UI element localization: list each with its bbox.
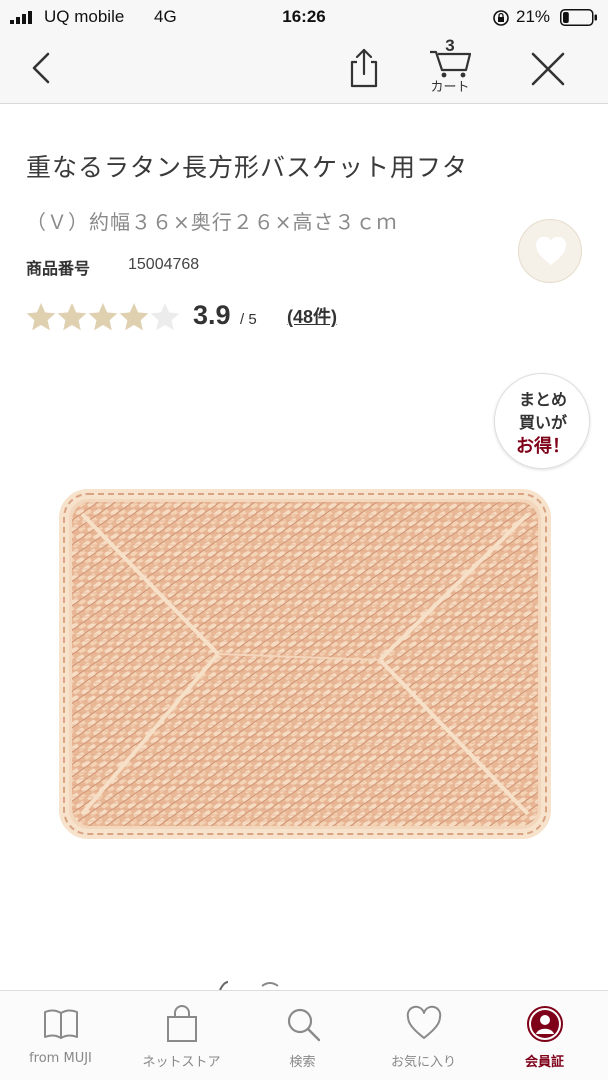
search-icon bbox=[287, 1008, 321, 1042]
shopping-bag-icon bbox=[167, 1005, 197, 1042]
bottom-tab-bar: from MUJI ネットストア 検索 お気に入り 会員証 bbox=[0, 990, 608, 1080]
bulk-discount-badge[interactable]: まとめ 買いが お得！ bbox=[494, 373, 590, 469]
tab-net-store[interactable]: ネットストア bbox=[121, 991, 242, 1080]
star-icon bbox=[57, 303, 87, 331]
battery-icon bbox=[560, 9, 597, 26]
rotation-lock-icon bbox=[493, 10, 509, 26]
rating-stars bbox=[26, 302, 186, 332]
status-bar: UQ mobile 4G 16:26 21% bbox=[0, 0, 608, 34]
tab-label: 会員証 bbox=[524, 1055, 564, 1070]
product-title: 重なるラタン長方形バスケット用フタ bbox=[26, 153, 469, 182]
tab-label: from MUJI bbox=[29, 1051, 92, 1066]
cart-button[interactable]: 3 カート bbox=[420, 36, 480, 98]
favorite-button[interactable] bbox=[518, 219, 582, 283]
tab-favorites[interactable]: お気に入り bbox=[363, 991, 484, 1080]
share-icon[interactable] bbox=[344, 46, 384, 90]
product-subtitle: （Ｖ）約幅３６×奥行２６×高さ３ｃｍ bbox=[26, 210, 398, 234]
tab-from-muji[interactable]: from MUJI bbox=[0, 991, 121, 1080]
tab-label: 検索 bbox=[289, 1055, 316, 1070]
badge-line-1: まとめ bbox=[518, 390, 567, 409]
heart-icon bbox=[406, 1005, 442, 1039]
product-page: UQ mobile 4G 16:26 21% 3 カート 重なるラタン長方形バス… bbox=[0, 0, 608, 1080]
back-icon[interactable] bbox=[24, 48, 60, 88]
review-count-link[interactable]: (48件) bbox=[287, 303, 337, 329]
rating-score: 3.9 bbox=[193, 300, 231, 330]
carousel-indicator bbox=[219, 981, 279, 990]
heart-icon bbox=[536, 237, 566, 265]
navigation-bar: 3 カート bbox=[0, 34, 608, 104]
tab-search[interactable]: 検索 bbox=[242, 991, 363, 1080]
cart-label: カート bbox=[430, 80, 470, 95]
product-code-value: 15004768 bbox=[128, 256, 200, 273]
battery-percent: 21% bbox=[516, 7, 551, 26]
star-icon bbox=[150, 303, 180, 331]
tab-label: お気に入り bbox=[390, 1055, 456, 1070]
star-icon bbox=[26, 303, 56, 331]
tab-label: ネットストア bbox=[142, 1055, 221, 1070]
rating-max: / 5 bbox=[240, 311, 257, 328]
close-icon[interactable] bbox=[528, 50, 568, 88]
star-icon bbox=[119, 303, 149, 331]
badge-line-3: お得！ bbox=[516, 436, 570, 457]
product-image[interactable] bbox=[58, 488, 552, 840]
tab-member-card[interactable]: 会員証 bbox=[484, 991, 605, 1080]
book-icon bbox=[44, 1009, 78, 1039]
cart-count-badge: 3 bbox=[445, 36, 455, 55]
badge-line-2: 買いが bbox=[518, 413, 567, 432]
star-icon bbox=[88, 303, 118, 331]
member-card-icon bbox=[527, 1006, 563, 1042]
product-code-label: 商品番号 bbox=[26, 259, 91, 278]
